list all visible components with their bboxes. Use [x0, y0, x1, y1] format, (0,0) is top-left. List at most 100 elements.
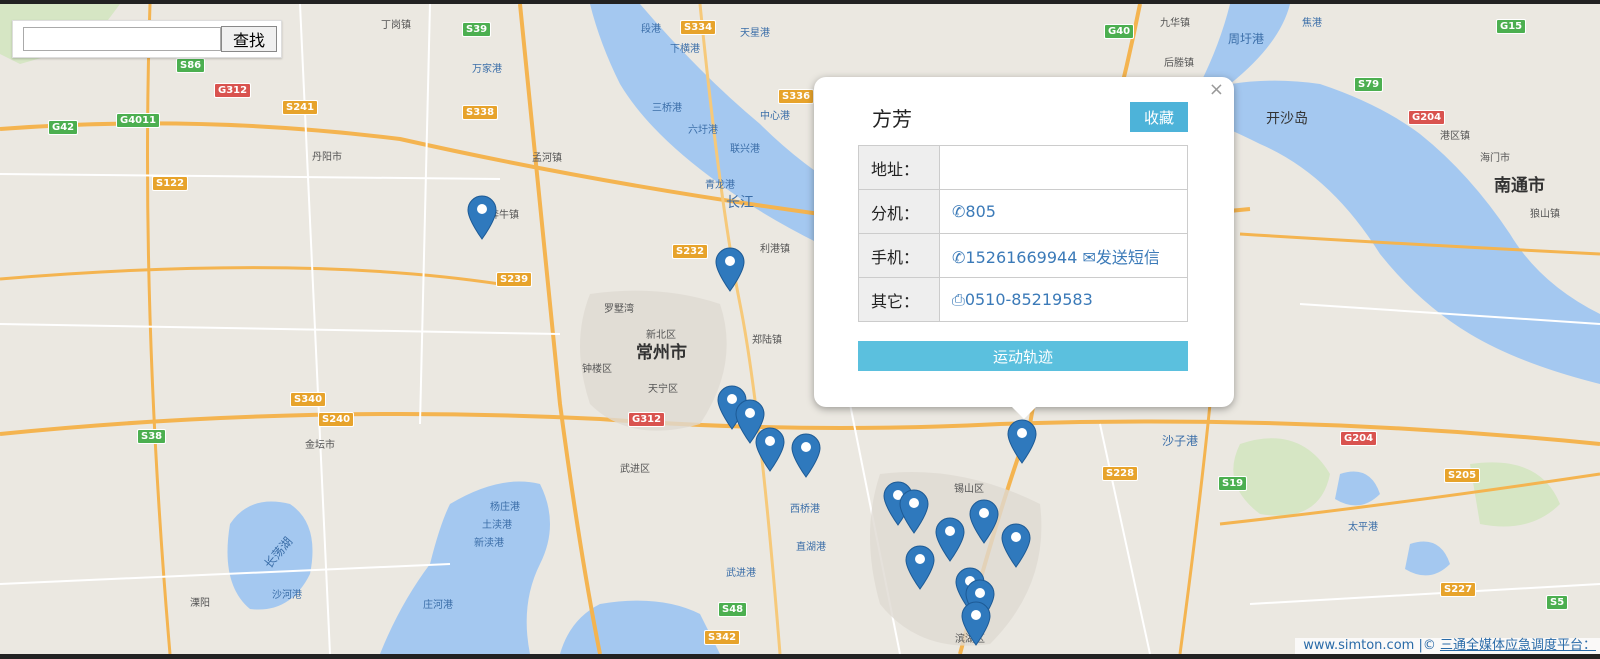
road-shield: G42 [48, 120, 79, 135]
place-label: 周圩港 [1228, 32, 1265, 46]
city-label-nantong: 南通市 [1494, 176, 1545, 196]
place-label: 西桥港 [790, 504, 820, 515]
place-label: 海门市 [1480, 153, 1510, 164]
location-marker-icon[interactable] [714, 246, 746, 292]
extension-row: 分机： ✆805 [858, 189, 1188, 234]
road-shield: S227 [1440, 582, 1477, 597]
contact-details-table: 地址： 分机： ✆805 手机： ✆15261669944 ✉发送短信 其它： [858, 145, 1188, 322]
place-label: 钟楼区 [582, 364, 612, 375]
place-label: 孟河镇 [532, 153, 562, 164]
place-label: 港区镇 [1440, 131, 1470, 142]
location-marker-icon[interactable] [898, 488, 930, 534]
road-shield: G4011 [116, 113, 161, 128]
road-shield: S79 [1354, 77, 1384, 92]
extension-value: 805 [965, 202, 996, 221]
road-shield: S342 [704, 630, 741, 645]
search-button[interactable]: 查找 [221, 26, 277, 52]
place-label: 狼山镇 [1530, 209, 1560, 220]
mobile-key: 手机： [858, 233, 940, 278]
attribution-site-link[interactable]: www.simton.com [1303, 638, 1414, 653]
phone-icon: ✆ [952, 247, 966, 267]
extension-link[interactable]: ✆805 [952, 202, 996, 221]
favorite-button[interactable]: 收藏 [1130, 102, 1188, 132]
place-label: 沙河港 [272, 590, 302, 601]
track-button[interactable]: 运动轨迹 [858, 341, 1188, 371]
map-canvas[interactable]: 常州市 南通市 开沙岛 长江 长荡湖 沙河港 杨庄港 土渎港 新渎港 庄河港 武… [0, 4, 1600, 654]
road-shield: S334 [680, 20, 717, 35]
search-panel: 查找 [12, 20, 282, 58]
place-label: 郑陆镇 [752, 335, 782, 346]
road-shield: S39 [462, 22, 492, 37]
contact-popup: × 方芳 收藏 地址： 分机： ✆805 手机： ✆15261669944 ✉发… [814, 77, 1234, 419]
road-shield: G40 [1104, 24, 1135, 39]
envelope-icon: ✉ [1082, 247, 1096, 267]
location-marker-icon[interactable] [968, 498, 1000, 544]
contact-name: 方芳 [872, 107, 912, 131]
attribution: www.simton.com |© 三通全媒体应急调度平台： [1295, 638, 1600, 654]
place-label: 直湖港 [796, 542, 826, 553]
place-label: 丹阳市 [312, 152, 342, 163]
extension-key: 分机： [858, 189, 940, 234]
location-marker-icon[interactable] [1000, 522, 1032, 568]
place-label: 丁岗镇 [381, 20, 411, 31]
road-shield: G15 [1496, 19, 1527, 34]
send-sms-link[interactable]: ✉发送短信 [1082, 248, 1159, 267]
place-label: 万家港 [472, 64, 502, 75]
place-label: 三桥港 [652, 103, 682, 114]
road-shield: S241 [282, 100, 319, 115]
location-marker-icon[interactable] [754, 426, 786, 472]
place-label: 下横港 [670, 44, 700, 55]
place-label: 利港镇 [760, 244, 790, 255]
other-key: 其它： [858, 277, 940, 322]
road-shield: S48 [718, 602, 748, 617]
place-label: 后塍镇 [1164, 58, 1194, 69]
place-label: 锡山区 [954, 484, 984, 495]
place-label: 九华镇 [1160, 18, 1190, 29]
search-input[interactable] [23, 27, 221, 51]
place-label: 天宁区 [648, 384, 678, 395]
place-label: 杨庄港 [490, 502, 520, 513]
road-shield: G204 [1408, 110, 1446, 125]
mobile-link[interactable]: ✆15261669944 [952, 248, 1077, 267]
city-label-changzhou: 常州市 [636, 343, 687, 363]
road-shield: S336 [778, 89, 815, 104]
other-link[interactable]: ⎙0510-85219583 [952, 290, 1093, 309]
location-marker-icon[interactable] [790, 432, 822, 478]
location-marker-icon[interactable] [934, 516, 966, 562]
road-shield: S338 [462, 105, 499, 120]
road-shield: G312 [628, 412, 666, 427]
place-label: 中心港 [760, 111, 790, 122]
popup-close-icon[interactable]: × [1209, 79, 1224, 100]
attribution-platform-link[interactable]: 三通全媒体应急调度平台： [1440, 638, 1596, 653]
send-sms-label: 发送短信 [1095, 247, 1160, 267]
place-label: 新北区 [646, 330, 676, 341]
place-label: 段港 [641, 24, 661, 35]
place-label: 庄河港 [423, 600, 453, 611]
road-shield: S38 [137, 429, 167, 444]
attribution-separator: |© [1418, 638, 1436, 653]
place-label: 六圩港 [688, 125, 718, 136]
road-shield: S205 [1444, 468, 1481, 483]
place-label: 青龙港 [705, 180, 735, 191]
location-marker-icon[interactable] [904, 544, 936, 590]
address-key: 地址： [858, 145, 940, 190]
road-shield: S228 [1102, 466, 1139, 481]
road-shield: S340 [290, 392, 327, 407]
road-shield: S19 [1218, 476, 1248, 491]
place-label: 土渎港 [482, 520, 512, 531]
other-cell: ⎙0510-85219583 [939, 277, 1188, 322]
road-shield: G312 [214, 83, 252, 98]
phone-icon: ✆ [952, 202, 966, 221]
road-shield: S240 [318, 412, 355, 427]
road-shield: S239 [496, 272, 533, 287]
mobile-value: 15261669944 [965, 247, 1078, 267]
place-label: 金坛市 [305, 440, 335, 451]
other-value: 0510-85219583 [964, 289, 1093, 309]
place-label: 武进区 [620, 464, 650, 475]
popup-pointer [1012, 407, 1036, 419]
road-shield: S86 [176, 58, 206, 73]
address-row: 地址： [858, 145, 1188, 190]
location-marker-icon[interactable] [466, 194, 498, 240]
location-marker-icon[interactable] [960, 600, 992, 646]
location-marker-icon[interactable] [1006, 418, 1038, 464]
